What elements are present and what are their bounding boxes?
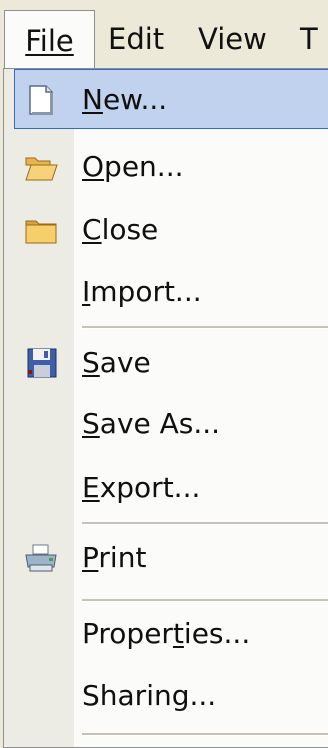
- menu-item-close[interactable]: Close: [4, 200, 328, 260]
- menu-item-label: Print: [82, 541, 147, 574]
- menu-item-sharing[interactable]: Sharing...: [4, 666, 328, 726]
- menu-item-export[interactable]: Export...: [4, 458, 328, 518]
- menu-item-save[interactable]: Save: [4, 333, 328, 393]
- menu-item-label: Close: [82, 213, 159, 246]
- menu-file[interactable]: File: [4, 10, 95, 70]
- menu-bar: File Edit View T: [0, 0, 328, 70]
- file-dropdown-menu: New... Open... Close Import... Save Save…: [3, 68, 328, 748]
- printer-icon: [24, 543, 58, 573]
- floppy-disk-icon: [24, 348, 58, 378]
- menu-item-new[interactable]: New...: [14, 69, 328, 129]
- menu-separator: [82, 599, 328, 602]
- menu-item-print[interactable]: Print: [4, 528, 328, 588]
- menu-item-label: Sharing...: [82, 679, 217, 712]
- menu-tools[interactable]: T: [300, 0, 318, 69]
- menu-item-save-as[interactable]: Save As...: [4, 394, 328, 454]
- menu-edit[interactable]: Edit: [108, 0, 164, 69]
- menu-separator: [82, 326, 328, 329]
- open-folder-icon: [24, 152, 58, 182]
- menu-item-label: Properties...: [82, 617, 251, 650]
- menu-item-label: New...: [82, 83, 168, 116]
- menu-item-label: Import...: [82, 275, 202, 308]
- menu-item-label: Export...: [82, 471, 201, 504]
- menu-item-open[interactable]: Open...: [4, 137, 328, 197]
- menu-separator: [82, 522, 328, 525]
- closed-folder-icon: [24, 215, 58, 245]
- menu-view[interactable]: View: [198, 0, 267, 69]
- new-document-icon: [24, 85, 58, 115]
- menu-item-label: Open...: [82, 150, 184, 183]
- menu-item-import[interactable]: Import...: [4, 262, 328, 322]
- menu-item-label: Save As...: [82, 407, 221, 440]
- menu-item-properties[interactable]: Properties...: [4, 604, 328, 664]
- menu-item-label: Save: [82, 346, 151, 379]
